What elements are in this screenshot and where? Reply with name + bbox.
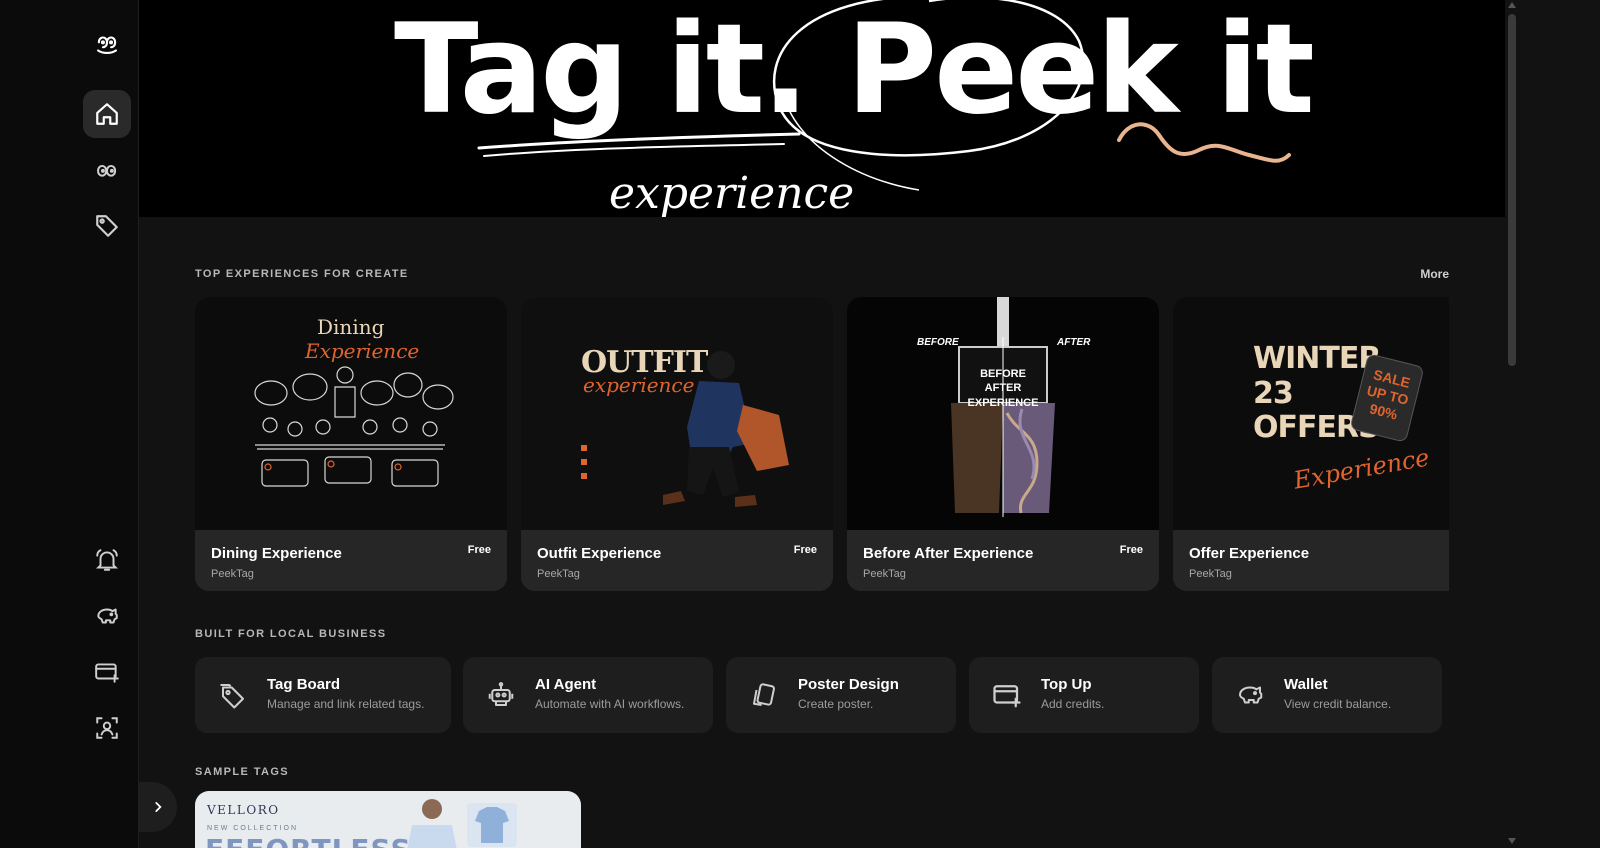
thumbnail-label: BEFORE AFTER EXPERIENCE	[967, 368, 1039, 409]
section-title-sample-tags: SAMPLE TAGS	[195, 766, 290, 778]
experience-carousel: Dining Experience Dining Experience Peek…	[195, 297, 1449, 591]
hero-banner: Tag it. Peek it experience	[139, 0, 1505, 217]
biz-title: AI Agent	[535, 676, 597, 693]
experience-price: Free	[1119, 544, 1143, 556]
biz-description: View credit balance.	[1284, 697, 1392, 711]
biz-title: Tag Board	[267, 676, 341, 693]
home-icon[interactable]	[83, 90, 131, 138]
experience-price: Free	[467, 544, 491, 556]
experience-info: Dining Experience PeekTag Free	[195, 530, 507, 591]
experience-card-offer[interactable]: WINTER 23 OFFERS Experience SALE UP TO 9…	[1173, 297, 1449, 591]
biz-description: Create poster.	[798, 697, 874, 711]
biz-card-tag-board[interactable]: Tag Board Manage and link related tags.	[195, 657, 451, 733]
piggy-bank-icon[interactable]	[83, 592, 131, 640]
main-content: Tag it. Peek it experience TOP EXPERIENC…	[139, 0, 1505, 848]
sample-brand: VELLORO	[207, 803, 280, 817]
scroll-up-arrow[interactable]	[1508, 2, 1516, 8]
add-card-icon[interactable]	[83, 648, 131, 696]
biz-title: Wallet	[1284, 676, 1328, 693]
robot-icon	[488, 682, 514, 706]
experience-name: Dining Experience	[211, 545, 342, 562]
tag-icon[interactable]	[83, 202, 131, 250]
peek-icon[interactable]	[83, 146, 131, 194]
scroll-thumb[interactable]	[1508, 14, 1516, 366]
logo-icon[interactable]	[83, 20, 131, 68]
biz-card-poster-design[interactable]: Poster Design Create poster.	[726, 657, 956, 733]
experience-price: Free	[793, 544, 817, 556]
experience-name: Before After Experience	[863, 545, 1034, 562]
scroll-down-arrow[interactable]	[1508, 838, 1516, 844]
experience-author: PeekTag	[211, 568, 254, 580]
bell-icon[interactable]	[83, 536, 131, 584]
experience-thumbnail: WINTER 23 OFFERS Experience SALE UP TO 9…	[1173, 297, 1449, 530]
experience-card-before-after[interactable]: BEFORE AFTER BEFORE AFTER EXPERIENCE Bef…	[847, 297, 1159, 591]
experience-info: Outfit Experience PeekTag Free	[521, 530, 833, 591]
biz-card-ai-agent[interactable]: AI Agent Automate with AI workflows.	[463, 657, 713, 733]
section-title-top-experiences: TOP EXPERIENCES FOR CREATE	[195, 268, 409, 280]
poster-icon	[753, 683, 775, 706]
hero-subtitle: experience	[609, 168, 855, 217]
experience-name: Offer Experience	[1189, 545, 1310, 562]
biz-card-wallet[interactable]: Wallet View credit balance.	[1212, 657, 1442, 733]
more-link[interactable]: More	[1420, 267, 1449, 281]
experience-thumbnail: BEFORE AFTER BEFORE AFTER EXPERIENCE	[847, 297, 1159, 530]
experience-info: Before After Experience PeekTag Free	[847, 530, 1159, 591]
profile-scan-icon[interactable]	[83, 704, 131, 752]
biz-description: Add credits.	[1041, 697, 1105, 711]
sidebar	[0, 0, 139, 848]
experience-card-outfit[interactable]: OUTFIT experience Outfit Experience Peek…	[521, 297, 833, 591]
sample-headline: EFFORTLESS	[205, 833, 412, 848]
thumbnail-subtitle: Experience	[1291, 443, 1432, 495]
experience-thumbnail: OUTFIT experience	[521, 297, 833, 530]
biz-description: Manage and link related tags.	[267, 697, 425, 711]
add-card-icon	[993, 685, 1021, 708]
piggy-bank-icon	[1239, 686, 1263, 704]
outfit-illustration	[581, 351, 789, 507]
tag-icon	[220, 684, 244, 709]
dining-illustration	[254, 366, 454, 487]
sample-tag-card[interactable]: VELLORO NEW COLLECTION EFFORTLESS	[195, 791, 581, 848]
experience-name: Outfit Experience	[537, 545, 662, 562]
experience-card-dining[interactable]: Dining Experience Dining Experience Peek…	[195, 297, 507, 591]
biz-title: Top Up	[1041, 676, 1092, 693]
experience-author: PeekTag	[1189, 568, 1232, 580]
scrollbar[interactable]	[1505, 0, 1519, 848]
experience-author: PeekTag	[863, 568, 906, 580]
brush-illustration	[951, 297, 1055, 517]
biz-card-top-up[interactable]: Top Up Add credits.	[969, 657, 1199, 733]
sample-tagline: NEW COLLECTION	[207, 825, 299, 832]
experience-author: PeekTag	[537, 568, 580, 580]
experience-thumbnail: Dining Experience	[195, 297, 507, 530]
experience-info: Offer Experience PeekTag F	[1173, 530, 1449, 591]
shirt-image	[467, 803, 517, 847]
biz-title: Poster Design	[798, 676, 899, 693]
biz-description: Automate with AI workflows.	[535, 697, 685, 711]
section-title-local-business: BUILT FOR LOCAL BUSINESS	[195, 628, 387, 640]
